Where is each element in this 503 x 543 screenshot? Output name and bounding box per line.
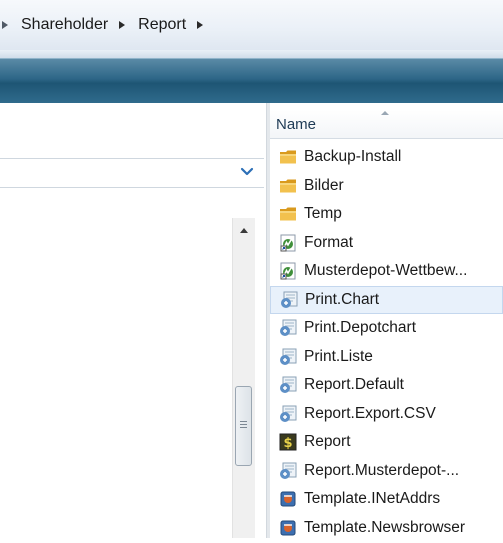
- file-name: Report.Default: [304, 376, 404, 394]
- file-name: Backup-Install: [304, 148, 402, 166]
- script-file-icon: [278, 375, 298, 395]
- scroll-up-icon[interactable]: [240, 228, 248, 233]
- file-list-item[interactable]: $ Report: [270, 428, 503, 457]
- file-list-item[interactable]: Report.Export.CSV: [270, 400, 503, 429]
- breadcrumb-separator-icon[interactable]: [2, 21, 8, 29]
- template-file-icon: [278, 518, 298, 538]
- file-name: Print.Chart: [305, 290, 380, 308]
- file-list: Backup-Install Bilder Temp Format Musterdepo…: [270, 143, 503, 542]
- scrollbar-thumb[interactable]: [235, 386, 252, 466]
- file-name: Template.Newsbrowser: [304, 518, 466, 536]
- name-column-header[interactable]: Name: [270, 110, 503, 139]
- file-list-item[interactable]: Temp: [270, 200, 503, 229]
- template-file-icon: [278, 489, 298, 509]
- file-name: Report.Export.CSV: [304, 404, 436, 422]
- svg-text:$: $: [283, 436, 292, 451]
- script-file-icon: [278, 404, 298, 424]
- folder-icon: [278, 204, 298, 224]
- file-list-item[interactable]: Print.Chart: [270, 285, 503, 314]
- file-list-item[interactable]: Format: [270, 229, 503, 258]
- script-file-icon: [278, 461, 298, 481]
- file-list-item[interactable]: Report.Default: [270, 371, 503, 400]
- file-list-item[interactable]: Backup-Install: [270, 143, 503, 172]
- file-list-item[interactable]: Print.Liste: [270, 343, 503, 372]
- address-bar[interactable]: Shareholder Report: [0, 0, 503, 51]
- navigation-scrollbar[interactable]: [232, 218, 255, 538]
- file-name: Temp: [304, 205, 342, 223]
- script-file-icon: [278, 318, 298, 338]
- file-name: Report: [304, 433, 351, 451]
- shortcut-file-icon: [278, 233, 298, 253]
- column-header-label: Name: [276, 116, 317, 133]
- navigation-dropdown[interactable]: [0, 158, 264, 188]
- grip-icon: [240, 421, 247, 429]
- sort-ascending-icon: [381, 111, 389, 115]
- folder-icon: [278, 147, 298, 167]
- file-name: Print.Depotchart: [304, 319, 416, 337]
- breadcrumb: Shareholder Report: [0, 13, 213, 37]
- app-file-icon: $: [278, 432, 298, 452]
- breadcrumb-chevron-icon[interactable]: [197, 21, 204, 29]
- breadcrumb-chevron-icon[interactable]: [119, 21, 126, 29]
- breadcrumb-item-report[interactable]: Report: [135, 14, 189, 36]
- file-list-item[interactable]: Musterdepot-Wettbew...: [270, 257, 503, 286]
- file-name: Report.Musterdepot-...: [304, 461, 460, 479]
- chevron-down-icon[interactable]: [240, 165, 254, 179]
- file-list-item[interactable]: Print.Depotchart: [270, 314, 503, 343]
- command-toolbar: [0, 58, 503, 104]
- file-name: Template.INetAddrs: [304, 490, 441, 508]
- breadcrumb-item-shareholder[interactable]: Shareholder: [18, 14, 111, 36]
- file-list-pane: Name Backup-Install Bilder Temp Format Muste…: [270, 103, 503, 538]
- script-file-icon: [279, 290, 299, 310]
- file-list-item[interactable]: Report.Musterdepot-...: [270, 457, 503, 486]
- file-list-item[interactable]: Template.INetAddrs: [270, 485, 503, 514]
- folder-icon: [278, 176, 298, 196]
- address-bar-border: [0, 50, 503, 58]
- file-list-item[interactable]: Bilder: [270, 172, 503, 201]
- shortcut-file-icon: [278, 261, 298, 281]
- script-file-icon: [278, 347, 298, 367]
- file-name: Musterdepot-Wettbew...: [304, 262, 468, 280]
- file-name: Print.Liste: [304, 347, 373, 365]
- file-name: Format: [304, 233, 354, 251]
- file-name: Bilder: [304, 176, 344, 194]
